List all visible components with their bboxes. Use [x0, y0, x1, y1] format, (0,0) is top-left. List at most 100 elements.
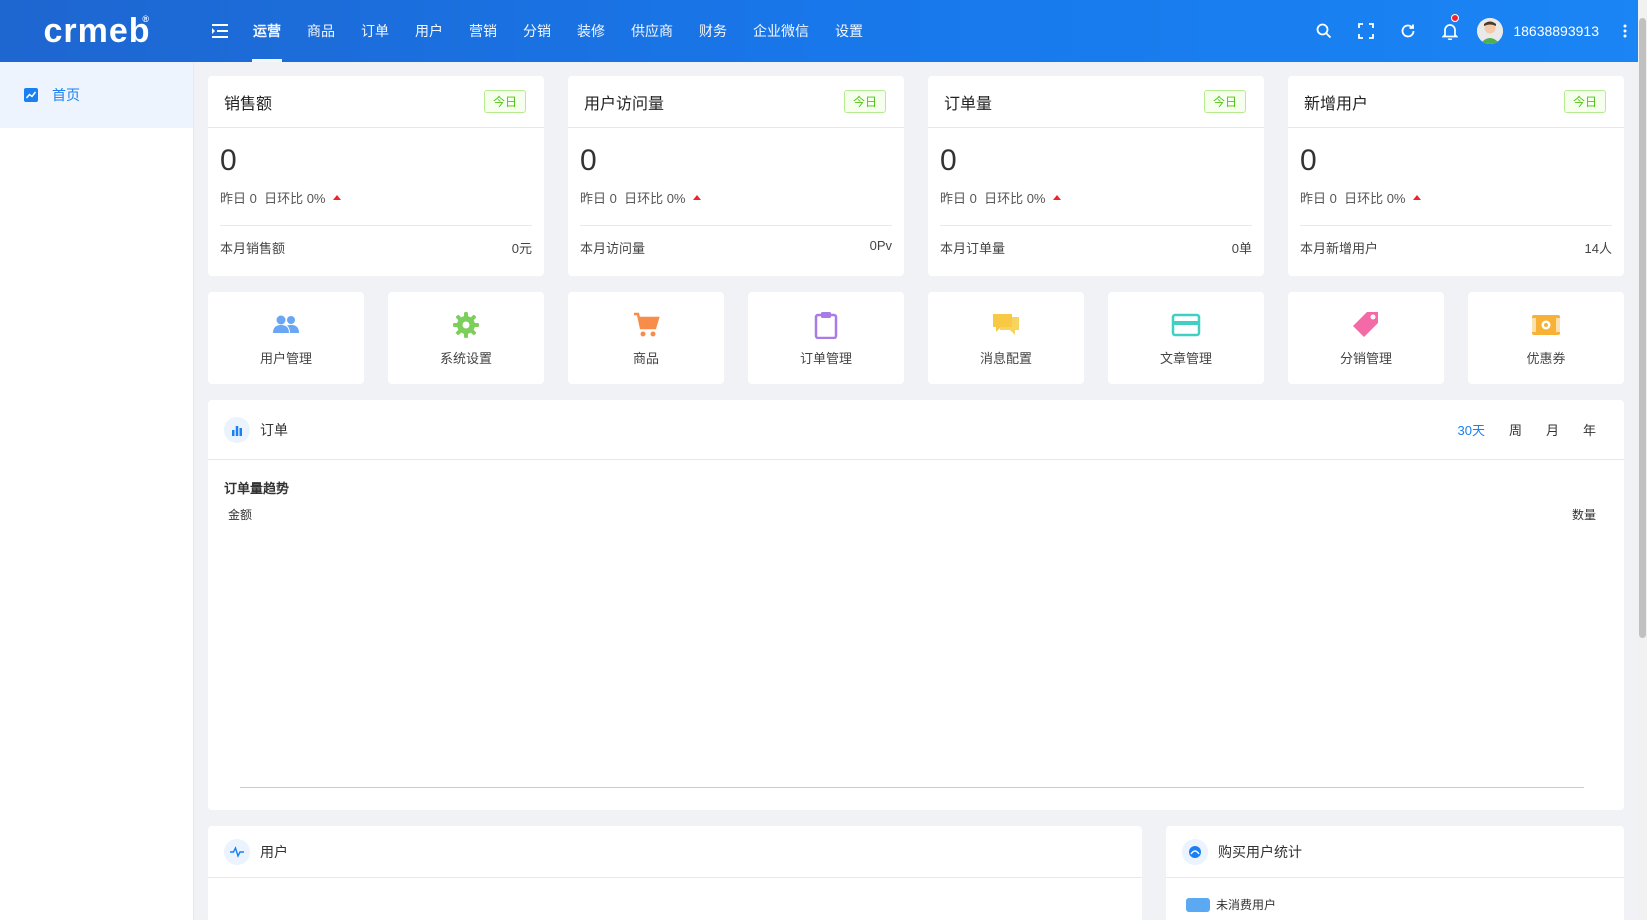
daily-ratio: 日环比 0%: [984, 191, 1046, 206]
legend-swatch: [1186, 897, 1210, 912]
quick-link-label: 文章管理: [1159, 350, 1212, 366]
gauge-icon: [1182, 838, 1208, 865]
stat-footer: 本月访问量 0Pv: [580, 225, 892, 257]
bottom-panels: 用户 购买用户统计 未消费用户: [208, 826, 1624, 920]
fullscreen-button[interactable]: [1345, 0, 1387, 62]
card-icon: [1171, 310, 1201, 340]
nav-item-marketing[interactable]: 营销: [456, 0, 510, 62]
range-30-days[interactable]: 30天: [1445, 420, 1496, 439]
more-vertical-icon: [1623, 24, 1627, 38]
chart-icon: [24, 88, 38, 102]
nav-item-products[interactable]: 商品: [294, 0, 348, 62]
month-value: 0Pv: [869, 238, 892, 253]
stat-cards: 销售额 今日 0 昨日 0 日环比 0% 本月销售额 0元 用户访问量 今日 0…: [208, 76, 1624, 276]
order-trend-chart: 订单量趋势 金额 数量: [208, 460, 1624, 810]
month-label: 本月访问量: [580, 241, 646, 256]
stat-value: 0: [580, 144, 597, 177]
quick-link-label: 用户管理: [259, 350, 312, 366]
stat-footer: 本月新增用户 14人: [1300, 225, 1612, 257]
refresh-icon: [1401, 24, 1415, 38]
scrollbar-thumb[interactable]: [1639, 18, 1646, 638]
quick-link-coupons[interactable]: 优惠券: [1468, 292, 1624, 384]
stat-value: 0: [220, 144, 237, 177]
stat-card-sales: 销售额 今日 0 昨日 0 日环比 0% 本月销售额 0元: [208, 76, 544, 276]
nav-item-distribution[interactable]: 分销: [510, 0, 564, 62]
daily-ratio: 日环比 0%: [1344, 191, 1406, 206]
nav-item-settings[interactable]: 设置: [822, 0, 876, 62]
buyer-stats-panel: 购买用户统计 未消费用户: [1166, 826, 1624, 920]
brand-logo[interactable]: crmeb ®: [0, 0, 194, 62]
more-button[interactable]: [1617, 0, 1633, 62]
quick-link-order-management[interactable]: 订单管理: [748, 292, 904, 384]
search-icon: [1316, 23, 1332, 39]
month-value: 14人: [1584, 241, 1612, 256]
chat-icon: [991, 310, 1021, 340]
quick-link-products[interactable]: 商品: [568, 292, 724, 384]
user-avatar[interactable]: [1477, 18, 1504, 44]
quick-links: 用户管理 系统设置 商品 订单管理 消息配置 文章管理 分销管理 优惠券: [208, 292, 1624, 384]
logo-reg-mark: ®: [142, 14, 150, 24]
pulse-icon: [224, 838, 250, 865]
stat-value: 0: [940, 144, 957, 177]
yesterday-value: 昨日 0: [220, 191, 257, 206]
sidebar: 首页: [0, 62, 194, 920]
nav-item-decoration[interactable]: 装修: [564, 0, 618, 62]
users-icon: [271, 310, 301, 340]
panel-title: 订单: [260, 421, 288, 438]
yesterday-value: 昨日 0: [580, 191, 617, 206]
logo-text: crmeb: [43, 11, 151, 50]
nav-item-users[interactable]: 用户: [402, 0, 456, 62]
yesterday-value: 昨日 0: [940, 191, 977, 206]
nav-item-wecom[interactable]: 企业微信: [740, 0, 822, 62]
top-header: crmeb ® 运营 商品 订单 用户 营销 分销 装修 供应商 财务 企业微信…: [0, 0, 1647, 62]
fullscreen-icon: [1358, 23, 1375, 39]
chart-x-axis-line: [240, 787, 1584, 788]
stat-card-visits: 用户访问量 今日 0 昨日 0 日环比 0% 本月访问量 0Pv: [568, 76, 904, 276]
stat-compare: 昨日 0 日环比 0%: [580, 188, 892, 207]
today-tag: 今日: [1563, 90, 1606, 113]
menu-toggle-button[interactable]: [200, 0, 240, 62]
notification-button[interactable]: [1429, 0, 1471, 62]
quick-link-label: 优惠券: [1526, 350, 1566, 366]
refresh-button[interactable]: [1387, 0, 1429, 62]
chart-legend[interactable]: 未消费用户: [1166, 878, 1624, 920]
username-label[interactable]: 18638893913: [1513, 23, 1599, 39]
nav-item-finance[interactable]: 财务: [686, 0, 740, 62]
month-value: 0元: [511, 241, 532, 256]
chart-title: 订单量趋势: [224, 481, 290, 496]
quick-link-article-management[interactable]: 文章管理: [1108, 292, 1264, 384]
quick-link-label: 订单管理: [799, 350, 852, 366]
nav-item-operations[interactable]: 运营: [240, 0, 294, 62]
quick-link-distribution-management[interactable]: 分销管理: [1288, 292, 1444, 384]
stat-card-new-users: 新增用户 今日 0 昨日 0 日环比 0% 本月新增用户 14人: [1288, 76, 1624, 276]
stat-footer: 本月订单量 0单: [940, 225, 1252, 257]
page-scrollbar[interactable]: [1638, 0, 1647, 920]
range-week[interactable]: 周: [1497, 420, 1534, 439]
stat-compare: 昨日 0 日环比 0%: [1300, 188, 1612, 207]
quick-link-system-settings[interactable]: 系统设置: [388, 292, 544, 384]
trend-up-icon: [693, 195, 702, 200]
today-tag: 今日: [843, 90, 886, 113]
quick-link-message-config[interactable]: 消息配置: [928, 292, 1084, 384]
user-panel: 用户: [208, 826, 1142, 920]
nav-item-suppliers[interactable]: 供应商: [618, 0, 686, 62]
stat-title: 销售额: [224, 95, 273, 113]
daily-ratio: 日环比 0%: [624, 191, 686, 206]
left-axis-label: 金额: [228, 508, 253, 522]
range-month[interactable]: 月: [1534, 420, 1571, 439]
order-panel: 订单 30天 周 月 年 订单量趋势 金额 数量: [208, 400, 1624, 810]
today-tag: 今日: [483, 90, 526, 113]
quick-link-user-management[interactable]: 用户管理: [208, 292, 364, 384]
range-selector: 30天 周 月 年: [1445, 420, 1608, 439]
nav-item-orders[interactable]: 订单: [348, 0, 402, 62]
bar-chart-icon: [224, 416, 250, 443]
stat-title: 用户访问量: [584, 95, 665, 113]
sidebar-item-home[interactable]: 首页: [0, 62, 193, 128]
quick-link-label: 系统设置: [439, 350, 492, 366]
range-year[interactable]: 年: [1571, 420, 1608, 439]
stat-compare: 昨日 0 日环比 0%: [940, 188, 1252, 207]
month-value: 0单: [1231, 241, 1252, 256]
gear-icon: [452, 310, 480, 340]
search-button[interactable]: [1303, 0, 1345, 62]
daily-ratio: 日环比 0%: [264, 191, 326, 206]
